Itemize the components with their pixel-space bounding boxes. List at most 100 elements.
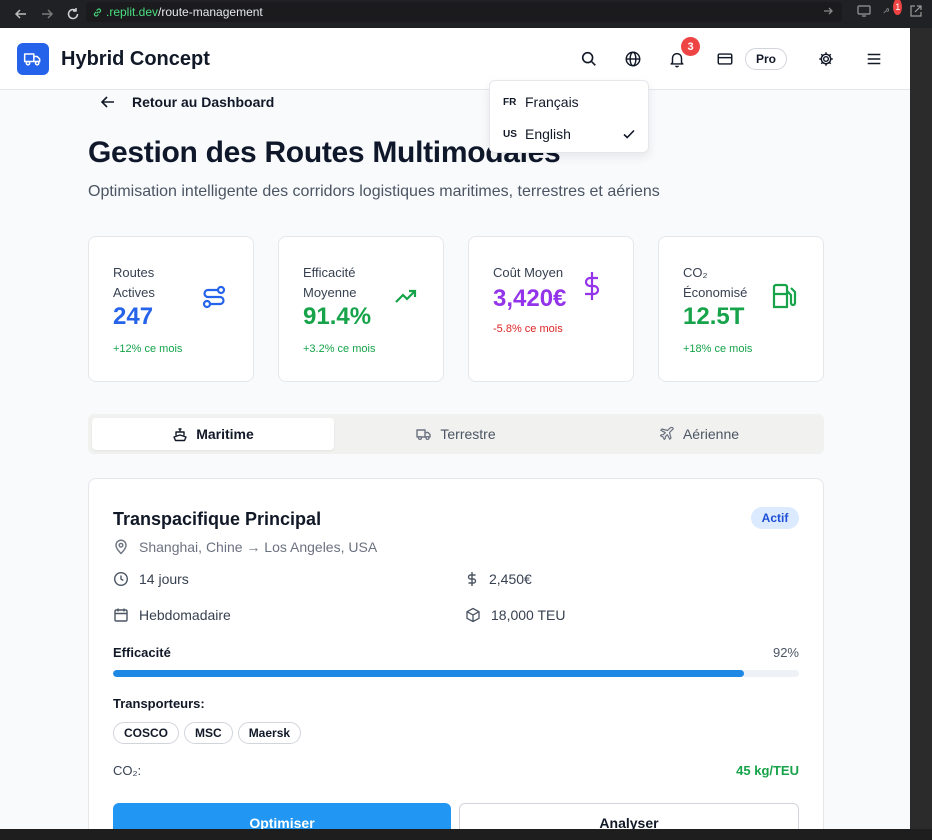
fuel-icon [769, 281, 799, 311]
reload-icon[interactable] [60, 3, 86, 25]
efficiency-percent: 92% [772, 645, 799, 660]
address-bar[interactable]: .replit.dev/route-management [86, 2, 842, 22]
notification-badge: 3 [681, 37, 700, 56]
scrollbar[interactable] [910, 28, 932, 829]
stat-value: 12.5T [683, 303, 745, 330]
language-option-english[interactable]: US English [490, 119, 648, 149]
app-header: Hybrid Concept 3 Pro [0, 28, 910, 90]
link-icon [92, 7, 103, 18]
route-card: Transpacifique Principal Actif Shanghai,… [88, 478, 824, 829]
forward-arrow-icon[interactable] [34, 3, 60, 25]
route-capacity: 18,000 TEU [465, 607, 565, 623]
tab-maritime[interactable]: Maritime [92, 418, 334, 450]
capacity-value: 18,000 TEU [491, 607, 566, 623]
url-path: /route-management [158, 5, 263, 19]
stat-label: CO₂ Économisé [683, 265, 748, 300]
tab-label: Aérienne [682, 426, 740, 442]
route-duration: 14 jours [113, 571, 189, 587]
menu-icon[interactable] [863, 48, 885, 70]
logo[interactable] [17, 43, 49, 75]
carriers-label: Transporteurs: [113, 696, 205, 711]
page: Hybrid Concept 3 Pro FR Français US Engl [0, 28, 910, 829]
transport-mode-tabs: Maritime Terrestre Aérienne [88, 414, 824, 454]
go-arrow-icon[interactable] [822, 5, 834, 17]
language-label: English [525, 126, 571, 142]
tab-aerienne[interactable]: Aérienne [578, 418, 820, 450]
tab-label: Terrestre [440, 426, 496, 442]
cost-value: 2,450€ [489, 571, 532, 587]
pro-plan-button[interactable]: Pro [745, 48, 787, 70]
globe-icon[interactable] [622, 48, 644, 70]
wrench-icon[interactable]: 1 [882, 0, 902, 19]
back-arrow-icon[interactable] [8, 3, 34, 25]
stat-label: Efficacité Moyenne [303, 265, 357, 300]
language-label: Français [525, 94, 579, 110]
back-link-label: Retour au Dashboard [132, 94, 275, 110]
carrier-chip: COSCO [113, 722, 180, 744]
stat-value: 247 [113, 303, 154, 330]
tab-label: Maritime [196, 426, 254, 442]
dollar-small-icon [465, 571, 479, 587]
route-cost: 2,450€ [465, 571, 532, 587]
efficiency-progress-bar [113, 670, 799, 677]
arrow-left-icon [100, 94, 116, 110]
language-code: FR [503, 96, 517, 108]
language-code: US [503, 128, 517, 140]
stat-label: Routes Actives [113, 265, 155, 300]
co2-label: CO₂: [113, 763, 142, 778]
dollar-icon [577, 271, 607, 301]
efficiency-progress-fill [113, 670, 745, 677]
package-icon [465, 607, 481, 623]
clock-icon [113, 571, 129, 587]
external-link-icon[interactable] [908, 3, 924, 19]
page-subtitle: Optimisation intelligente des corridors … [88, 183, 660, 200]
stat-value: 91.4% [303, 303, 372, 330]
tab-terrestre[interactable]: Terrestre [335, 418, 577, 450]
check-icon [622, 127, 636, 144]
back-to-dashboard-link[interactable]: Retour au Dashboard [100, 94, 274, 110]
ship-icon [172, 426, 188, 442]
route-frequency: Hebdomadaire [113, 607, 231, 623]
url-host: .replit.dev [106, 5, 159, 19]
language-dropdown: FR Français US English [489, 80, 649, 153]
brand-name[interactable]: Hybrid Concept [61, 48, 210, 71]
search-icon[interactable] [578, 48, 600, 70]
stat-change: +3.2% ce mois [303, 343, 376, 355]
efficiency-label: Efficacité [113, 645, 171, 660]
stat-card-average-efficiency: Efficacité Moyenne 91.4% +3.2% ce mois [278, 236, 444, 382]
stat-label: Coût Moyen [493, 265, 564, 280]
stat-value: 3,420€ [493, 285, 567, 312]
calendar-icon [113, 607, 129, 623]
trending-up-icon [391, 282, 421, 312]
carrier-chips: COSCO MSC Maersk [113, 722, 302, 744]
route-path: Shanghai, Chine → Los Angeles, USA [113, 539, 377, 555]
window-bottom-edge [0, 829, 932, 840]
co2-value: 45 kg/TEU [736, 763, 799, 778]
analyze-button[interactable]: Analyser [459, 803, 799, 829]
status-badge: Actif [751, 507, 799, 529]
truck-logo-icon [23, 53, 41, 66]
truck-icon [416, 426, 432, 442]
credit-card-icon[interactable] [714, 48, 736, 70]
route-path-text: Shanghai, Chine → Los Angeles, USA [139, 539, 378, 555]
frequency-value: Hebdomadaire [139, 607, 231, 623]
stat-card-active-routes: Routes Actives 247 +12% ce mois [88, 236, 254, 382]
plane-icon [659, 426, 675, 442]
carrier-chip: Maersk [237, 722, 302, 744]
route-name: Transpacifique Principal [113, 509, 322, 529]
language-option-francais[interactable]: FR Français [490, 87, 648, 117]
monitor-icon[interactable] [856, 3, 872, 19]
stat-change: +18% ce mois [683, 343, 753, 355]
stat-change: -5.8% ce mois [493, 323, 563, 335]
stat-change: +12% ce mois [113, 343, 183, 355]
carrier-chip: MSC [184, 722, 233, 744]
route-icon [199, 282, 229, 312]
gear-icon[interactable] [815, 48, 837, 70]
stat-card-average-cost: Coût Moyen 3,420€ -5.8% ce mois [468, 236, 634, 382]
browser-toolbar: .replit.dev/route-management 1 [0, 0, 932, 28]
extension-badge: 1 [893, 0, 902, 15]
optimize-button[interactable]: Optimiser [113, 803, 451, 829]
stat-card-co2-saved: CO₂ Économisé 12.5T +18% ce mois [658, 236, 824, 382]
map-pin-icon [113, 539, 129, 555]
duration-value: 14 jours [139, 571, 189, 587]
